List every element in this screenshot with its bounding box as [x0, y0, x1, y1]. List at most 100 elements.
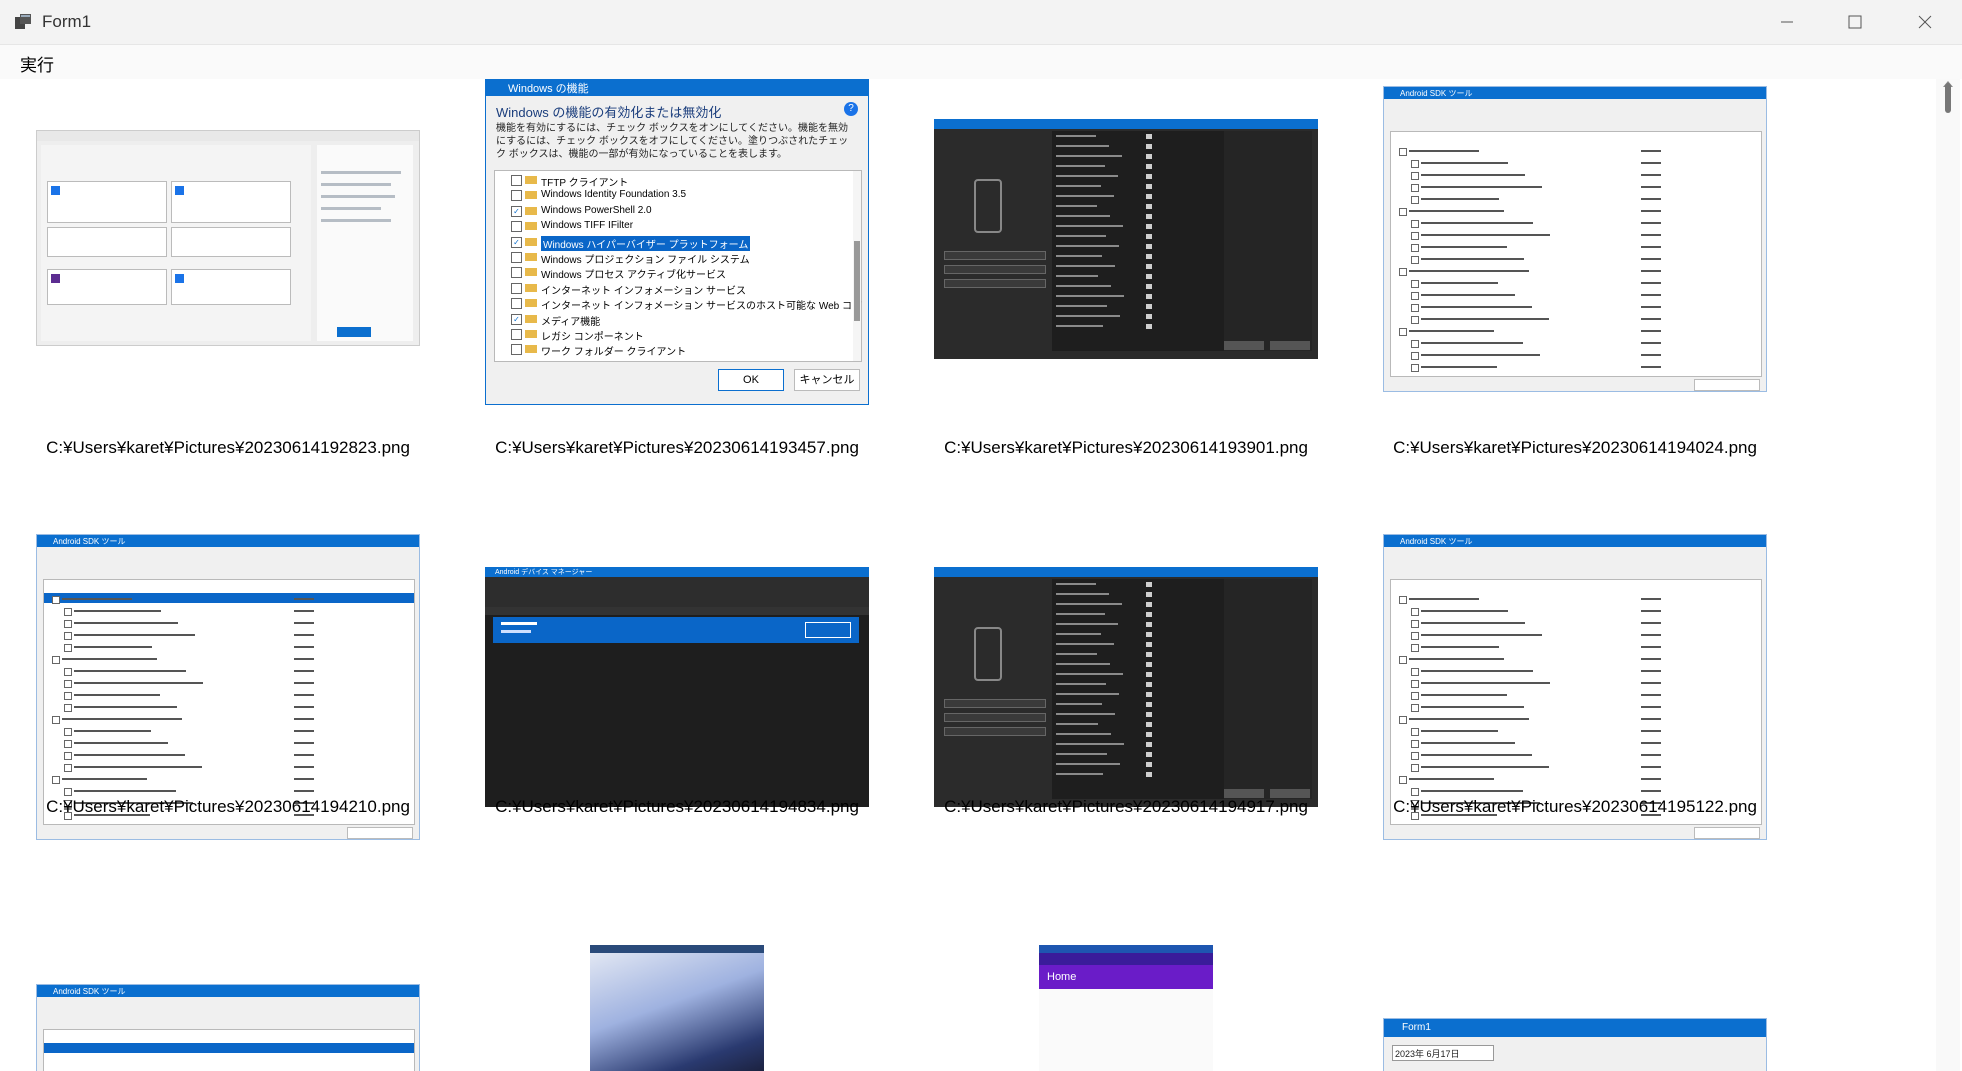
checkbox-icon[interactable] [64, 608, 72, 616]
sdk-row[interactable] [44, 606, 412, 617]
thumbnail-6[interactable]: Android デバイス マネージャー [485, 567, 869, 807]
sdk-row[interactable] [1391, 362, 1759, 373]
checkbox-icon[interactable] [1411, 316, 1419, 324]
checkbox-icon[interactable] [1411, 160, 1419, 168]
sdk-row[interactable] [1391, 278, 1759, 289]
checkbox-icon[interactable] [511, 298, 522, 310]
sdk-row[interactable] [44, 702, 412, 713]
checkbox-icon[interactable] [64, 644, 72, 652]
sdk-row[interactable] [44, 762, 412, 773]
checkbox-icon[interactable] [511, 267, 522, 279]
sdk-row[interactable] [1391, 738, 1759, 749]
sdk-row[interactable] [1391, 158, 1759, 169]
checkbox-icon[interactable] [1411, 752, 1419, 760]
checkbox-icon[interactable] [64, 788, 72, 796]
feature-item[interactable]: ワーク フォルダー クライアント [499, 342, 839, 358]
thumbnail-5[interactable]: Android SDK ツール [36, 534, 420, 840]
sdk-row[interactable] [1391, 302, 1759, 313]
feature-item[interactable]: Windows Identity Foundation 3.5 [499, 188, 839, 202]
checkbox-icon[interactable] [511, 282, 522, 294]
sdk-row[interactable] [1391, 182, 1759, 193]
menu-run[interactable]: 実行 [20, 51, 54, 76]
thumbnail-2[interactable]: Windows の機能 Windows の機能の有効化または無効化 ? 機能を有… [485, 79, 869, 405]
checkbox-icon[interactable] [64, 740, 72, 748]
help-icon[interactable]: ? [844, 102, 858, 116]
sdk-row[interactable] [1391, 206, 1759, 217]
ok-button[interactable]: OK [718, 369, 784, 391]
checkbox-icon[interactable] [1411, 196, 1419, 204]
date-picker[interactable]: 2023年 6月17日 [1392, 1045, 1494, 1061]
checkbox-icon[interactable] [511, 221, 522, 233]
thumbnail-3[interactable] [934, 119, 1318, 359]
checkbox-icon[interactable] [1411, 608, 1419, 616]
checkbox-icon[interactable] [1411, 764, 1419, 772]
checkbox-icon[interactable] [1399, 656, 1407, 664]
checkbox-icon[interactable] [511, 344, 522, 356]
checkbox-icon[interactable] [1399, 148, 1407, 156]
checkbox-icon[interactable] [1399, 208, 1407, 216]
sdk-row[interactable] [1391, 702, 1759, 713]
checkbox-icon[interactable] [1411, 632, 1419, 640]
sdk-row[interactable] [1391, 678, 1759, 689]
sdk-row[interactable] [44, 726, 412, 737]
sdk-row[interactable] [1391, 786, 1759, 797]
checkbox-icon[interactable] [1411, 256, 1419, 264]
sdk-row[interactable] [1391, 242, 1759, 253]
sdk-row[interactable] [44, 774, 412, 785]
checkbox-icon[interactable] [1411, 340, 1419, 348]
checkbox-checked-icon[interactable]: ✓ [511, 313, 522, 325]
checkbox-checked-icon[interactable]: ✓ [511, 236, 522, 248]
checkbox-icon[interactable] [1411, 232, 1419, 240]
cancel-button[interactable]: キャンセル [794, 369, 860, 391]
checkbox-icon[interactable] [1411, 352, 1419, 360]
checkbox-icon[interactable] [1399, 716, 1407, 724]
checkbox-icon[interactable] [64, 752, 72, 760]
checkbox-icon[interactable] [1411, 668, 1419, 676]
sdk-row[interactable] [44, 630, 412, 641]
sdk-row[interactable] [44, 738, 412, 749]
feature-item[interactable]: Windows TIFF IFilter [499, 219, 839, 233]
sdk-row[interactable] [1391, 690, 1759, 701]
feature-item[interactable]: インターネット インフォメーション サービスのホスト可能な Web コア [499, 296, 862, 312]
sdk-row[interactable] [1391, 774, 1759, 785]
feature-item[interactable]: Windows プロジェクション ファイル システム [499, 250, 839, 266]
sdk-row[interactable] [1391, 594, 1759, 605]
sdk-row[interactable] [1391, 762, 1759, 773]
thumbnail-10[interactable] [590, 945, 764, 1071]
feature-item[interactable]: インターネット インフォメーション サービス [499, 281, 839, 297]
sdk-row[interactable] [1391, 654, 1759, 665]
sdk-row[interactable] [1391, 606, 1759, 617]
checkbox-icon[interactable] [1399, 328, 1407, 336]
sdk-row[interactable] [44, 786, 412, 797]
checkbox-icon[interactable] [1411, 280, 1419, 288]
checkbox-icon[interactable] [1411, 692, 1419, 700]
sdk-row[interactable] [1391, 266, 1759, 277]
checkbox-icon[interactable] [64, 620, 72, 628]
scroll-thumb[interactable] [1945, 83, 1951, 113]
checkbox-icon[interactable] [1411, 620, 1419, 628]
checkbox-icon[interactable] [1411, 740, 1419, 748]
thumbnail-7[interactable] [934, 567, 1318, 807]
checkbox-icon[interactable] [511, 329, 522, 340]
sdk-row[interactable] [44, 666, 412, 677]
sdk-row[interactable] [1391, 642, 1759, 653]
checkbox-icon[interactable] [1411, 728, 1419, 736]
sdk-row[interactable] [44, 690, 412, 701]
sdk-row[interactable] [44, 750, 412, 761]
checkbox-icon[interactable] [511, 190, 522, 202]
feature-item[interactable]: Windows プロセス アクティブ化サービス [499, 265, 839, 281]
sdk-row[interactable] [44, 594, 412, 605]
vertical-scrollbar[interactable] [1936, 79, 1960, 1071]
checkbox-icon[interactable] [64, 704, 72, 712]
sdk-row[interactable] [1391, 618, 1759, 629]
sdk-row[interactable] [44, 618, 412, 629]
checkbox-icon[interactable] [64, 668, 72, 676]
checkbox-icon[interactable] [1399, 596, 1407, 604]
sdk-row[interactable] [1391, 230, 1759, 241]
sdk-row[interactable] [1391, 314, 1759, 325]
sdk-row[interactable] [1391, 170, 1759, 181]
thumbnail-8[interactable]: Android SDK ツール [1383, 534, 1767, 840]
sdk-row[interactable] [1391, 666, 1759, 677]
checkbox-icon[interactable] [52, 656, 60, 664]
checkbox-icon[interactable] [64, 680, 72, 688]
